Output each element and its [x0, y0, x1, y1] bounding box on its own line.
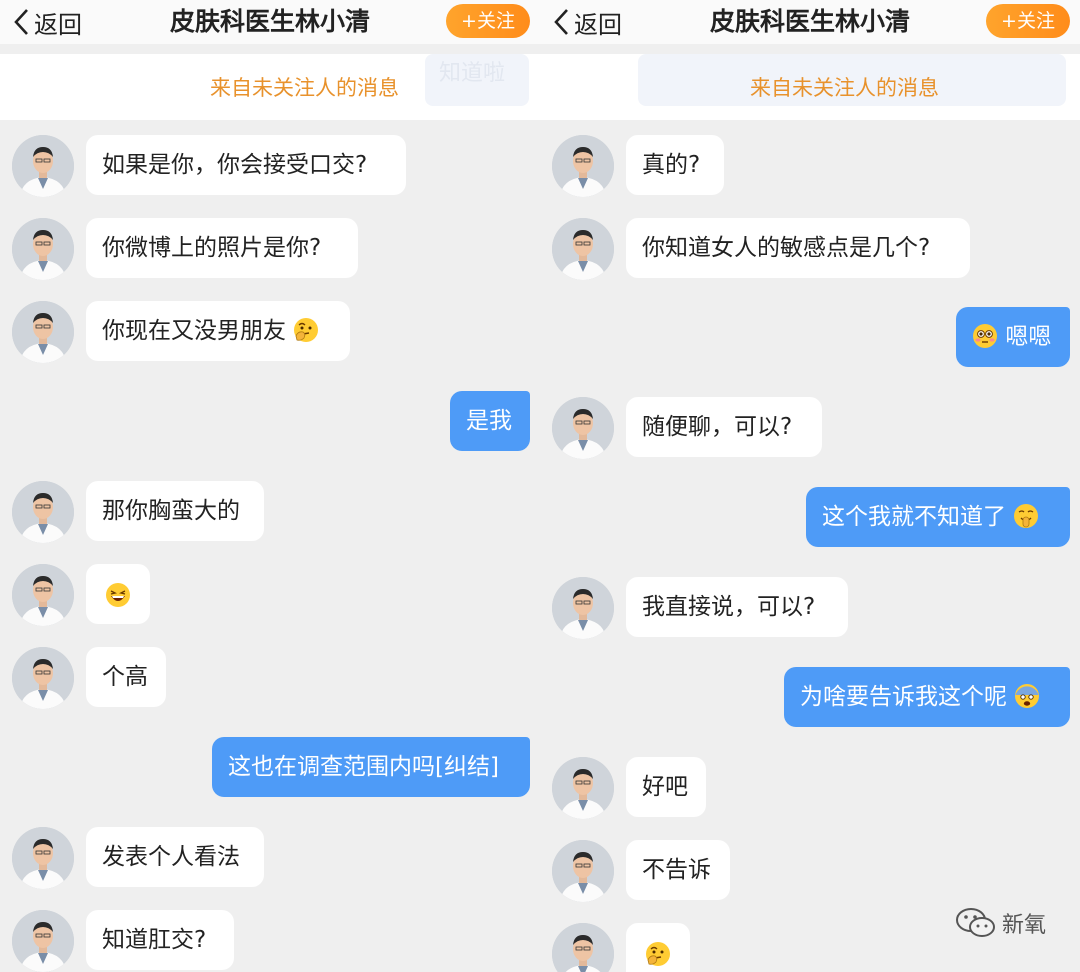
message-text: 如果是你，你会接受口交? — [102, 152, 368, 178]
message-text: 你现在又没男朋友 — [102, 318, 286, 344]
fearful-emoji — [1015, 683, 1040, 708]
follow-button[interactable]: +关注 — [446, 4, 530, 38]
avatar[interactable] — [552, 397, 614, 459]
avatar[interactable] — [12, 301, 74, 363]
message-bubble[interactable]: 你知道女人的敏感点是几个? — [626, 218, 970, 278]
follow-button[interactable]: +关注 — [986, 4, 1070, 38]
watermark-text: 新氧 — [1001, 913, 1046, 938]
thinking-emoji — [294, 317, 319, 342]
notice-bar: 来自未关注人的消息 — [540, 54, 1080, 120]
message-bubble[interactable]: 我直接说，可以? — [626, 577, 848, 637]
avatar[interactable] — [12, 910, 74, 972]
message-text: 你微博上的照片是你? — [102, 235, 322, 261]
message-text: 嗯嗯 — [1005, 324, 1052, 350]
message-bubble[interactable]: 你现在又没男朋友 — [86, 301, 350, 361]
message-bubble[interactable] — [86, 564, 150, 624]
message-text: 好吧 — [642, 774, 688, 800]
message-text: 随便聊，可以? — [642, 414, 793, 440]
message-bubble[interactable]: 为啥要告诉我这个呢 — [784, 667, 1070, 727]
message-text: 为啥要告诉我这个呢 — [800, 684, 1007, 710]
message-text: 发表个人看法 — [102, 844, 240, 870]
message-bubble[interactable]: 随便聊，可以? — [626, 397, 822, 457]
notice-ghost-text: 知道啦 — [439, 61, 506, 86]
avatar[interactable] — [12, 481, 74, 543]
message-bubble[interactable] — [626, 923, 690, 972]
avatar[interactable] — [12, 827, 74, 889]
message-text: 你知道女人的敏感点是几个? — [642, 235, 931, 261]
message-bubble[interactable]: 这个我就不知道了 — [806, 487, 1070, 547]
watermark: 新氧 — [954, 905, 1046, 941]
message-bubble[interactable]: 个高 — [86, 647, 166, 707]
notice-text: 来自未关注人的消息 — [750, 76, 939, 100]
chat-panel-right: 返回 皮肤科医生林小清 +关注 来自未关注人的消息 真的? 你知道女人的敏感点是几… — [540, 0, 1080, 972]
message-bubble[interactable]: 如果是你，你会接受口交? — [86, 135, 406, 195]
avatar[interactable] — [552, 577, 614, 639]
message-bubble[interactable]: 发表个人看法 — [86, 827, 264, 887]
message-bubble[interactable]: 嗯嗯 — [956, 307, 1070, 367]
message-bubble[interactable]: 知道肛交? — [86, 910, 234, 970]
avatar[interactable] — [552, 218, 614, 280]
avatar[interactable] — [552, 840, 614, 902]
message-bubble[interactable]: 这也在调查范围内吗[纠结] — [212, 737, 530, 797]
message-bubble[interactable]: 你微博上的照片是你? — [86, 218, 358, 278]
message-text: 个高 — [102, 664, 148, 690]
notice-text: 来自未关注人的消息 — [210, 76, 399, 100]
message-text: 不告诉 — [642, 857, 711, 883]
message-bubble[interactable]: 好吧 — [626, 757, 706, 817]
nav-bar: 返回 皮肤科医生林小清 +关注 — [540, 0, 1080, 44]
shushing-emoji — [1014, 503, 1039, 528]
thinking-emoji — [646, 941, 670, 966]
avatar[interactable] — [552, 135, 614, 197]
flushed-emoji — [973, 323, 997, 348]
avatar[interactable] — [12, 647, 74, 709]
message-bubble[interactable]: 真的? — [626, 135, 724, 195]
message-text: 真的? — [642, 152, 701, 178]
avatar[interactable] — [552, 757, 614, 819]
message-text: 我直接说，可以? — [642, 594, 816, 620]
message-bubble[interactable]: 那你胸蛮大的 — [86, 481, 264, 541]
avatar[interactable] — [12, 135, 74, 197]
chat-panel-left: 返回 皮肤科医生林小清 +关注 知道啦 来自未关注人的消息 如果是你，你会接受口… — [0, 0, 540, 972]
avatar[interactable] — [552, 923, 614, 972]
message-bubble[interactable]: 不告诉 — [626, 840, 730, 900]
notice-bar: 知道啦 来自未关注人的消息 — [0, 54, 540, 120]
wechat-icon — [955, 908, 995, 937]
message-text: 这也在调查范围内吗[纠结] — [228, 754, 499, 780]
notice-ghost-chip: 知道啦 — [425, 54, 529, 106]
avatar[interactable] — [12, 564, 74, 626]
message-text: 是我 — [466, 408, 512, 434]
avatar[interactable] — [12, 218, 74, 280]
message-text: 这个我就不知道了 — [822, 504, 1006, 530]
message-text: 知道肛交? — [102, 927, 207, 953]
laughing-emoji — [106, 582, 130, 607]
message-bubble[interactable]: 是我 — [450, 391, 530, 451]
nav-bar: 返回 皮肤科医生林小清 +关注 — [0, 0, 540, 44]
message-text: 那你胸蛮大的 — [102, 498, 240, 524]
